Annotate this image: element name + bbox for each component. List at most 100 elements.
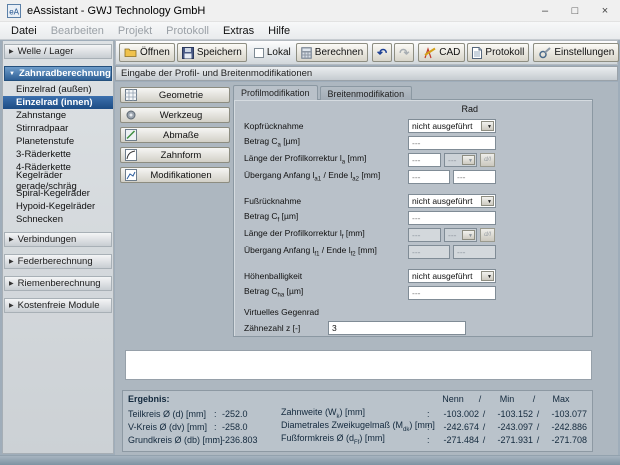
menu-bearbeiten: Bearbeiten — [50, 24, 104, 37]
section-nav: Geometrie Werkzeug Abmaße Zahnform Modif… — [120, 87, 230, 187]
content-area: Geometrie Werkzeug Abmaße Zahnform Modif… — [115, 82, 618, 455]
menu-datei[interactable]: Datei — [4, 25, 44, 37]
kopfruecknahme-row: Kopfrücknahme nicht ausgeführt — [244, 118, 592, 133]
sidebar-item-schnecken[interactable]: Schnecken — [3, 213, 113, 226]
main-area: Öffnen Speichern Lokal Berechnen ↶ ↷ CAD… — [115, 40, 620, 455]
protocol-button[interactable]: Protokoll — [467, 43, 530, 62]
sidebar-item-kegelraeder[interactable]: Kegelräder gerade/schräg — [3, 170, 113, 192]
local-checkbox-label: Lokal — [266, 47, 291, 58]
minimize-button[interactable]: – — [530, 0, 560, 21]
hoehenballigkeit-dropdown[interactable]: nicht ausgeführt — [408, 268, 496, 283]
fuss-uebergang-row: Übergang Anfang lf1 / Ende lf2 [mm] --- … — [244, 244, 592, 259]
fuss-laenge-label: Länge der Profilkorrektur lf [mm] — [244, 228, 365, 241]
open-button[interactable]: Öffnen — [119, 43, 175, 62]
hoehe-betrag-label: Betrag Cha [µm] — [244, 286, 304, 299]
settings-icon — [539, 46, 551, 58]
zweikugelmass-nenn: -242.674 — [443, 421, 479, 432]
fuss-laenge-ratio-button: d/l — [480, 227, 495, 242]
fuss-uebergang-anfang-input: --- — [408, 244, 450, 259]
menu-hilfe[interactable]: Hilfe — [261, 25, 297, 37]
hoehe-betrag-input[interactable]: --- — [408, 285, 496, 300]
kopf-laenge-row: Länge der Profilkorrektur la [mm] --- --… — [244, 152, 592, 167]
tab-breitenmodifikation[interactable]: Breitenmodifikation — [319, 86, 413, 100]
column-header-rad: Rad — [461, 104, 478, 114]
fussformkreis-nenn: -271.484 — [443, 434, 479, 445]
sidebar-group-kostenfreie-module[interactable]: Kostenfreie Module — [4, 298, 112, 313]
zahnform-button[interactable]: Zahnform — [120, 147, 230, 163]
teilkreis-value: -252.0 — [222, 408, 248, 419]
zahnweite-min: -103.152 — [497, 408, 533, 419]
tab-profilmodifikation[interactable]: Profilmodifikation — [233, 85, 318, 100]
message-area — [125, 350, 592, 380]
sidebar-item-3-raederkette[interactable]: 3-Räderkette — [3, 148, 113, 161]
app-icon: eA — [7, 3, 21, 18]
calculate-button[interactable]: Berechnen — [295, 43, 369, 62]
profile-modification-panel: Rad Kopfrücknahme nicht ausgeführt Betra… — [233, 99, 593, 337]
window-controls: – □ × — [530, 0, 620, 21]
fuss-betrag-label: Betrag Cf [µm] — [244, 211, 299, 224]
sidebar-group-welle-lager[interactable]: Welle / Lager — [4, 44, 112, 59]
fussruecknahme-dropdown[interactable]: nicht ausgeführt — [408, 193, 496, 208]
kopfruecknahme-dropdown[interactable]: nicht ausgeführt — [408, 118, 496, 133]
sidebar-group-federberechnung[interactable]: Federberechnung — [4, 254, 112, 269]
sidebar-item-zahnstange[interactable]: Zahnstange — [3, 109, 113, 122]
fuss-betrag-row: Betrag Cf [µm] --- — [244, 210, 592, 225]
zaehnezahl-input[interactable]: 3 — [328, 320, 466, 335]
undo-button[interactable]: ↶ — [372, 43, 393, 62]
toolbar: Öffnen Speichern Lokal Berechnen ↶ ↷ CAD… — [115, 40, 620, 65]
module-sidebar: Welle / Lager Zahnradberechnung Einzelra… — [2, 41, 114, 454]
fuss-betrag-input[interactable]: --- — [408, 210, 496, 225]
save-icon — [181, 46, 194, 59]
kopf-laenge-input[interactable]: --- — [408, 152, 441, 167]
fuss-uebergang-ende-input: --- — [453, 244, 496, 259]
save-button[interactable]: Speichern — [176, 43, 247, 62]
header-max: Max — [552, 394, 570, 404]
sidebar-item-einzelrad-aussen[interactable]: Einzelrad (außen) — [3, 83, 113, 96]
calculator-icon — [300, 46, 312, 59]
tooth-curve-icon — [125, 149, 137, 161]
zweikugelmass-min: -243.097 — [497, 421, 533, 432]
sidebar-group-zahnradberechnung[interactable]: Zahnradberechnung — [4, 66, 112, 81]
sidebar-item-planetenstufe[interactable]: Planetenstufe — [3, 135, 113, 148]
sidebar-group-riemenberechnung[interactable]: Riemenberechnung — [4, 276, 112, 291]
geometrie-button[interactable]: Geometrie — [120, 87, 230, 103]
tolerance-icon — [125, 129, 137, 141]
hoehe-betrag-row: Betrag Cha [µm] --- — [244, 285, 592, 300]
status-line: Eingabe der Profil- und Breitenmodifikat… — [115, 66, 618, 81]
menubar: Datei Bearbeiten Projekt Protokoll Extra… — [0, 22, 620, 40]
result-row-teilkreis: Teilkreis Ø (d) [mm] : -252.0 Zahnweite … — [128, 407, 587, 420]
sidebar-item-hypoid-kegelraeder[interactable]: Hypoid-Kegelräder — [3, 200, 113, 213]
fussformkreis-min: -271.931 — [497, 434, 533, 445]
modification-tabs: Profilmodifikation Breitenmodifikation — [233, 85, 414, 100]
window-title: eAssistant - GWJ Technology GmbH — [27, 4, 206, 17]
status-line-text: Eingabe der Profil- und Breitenmodifikat… — [121, 68, 313, 79]
werkzeug-button[interactable]: Werkzeug — [120, 107, 230, 123]
menu-projekt: Projekt — [117, 24, 153, 37]
modifikationen-button[interactable]: Modifikationen — [120, 167, 230, 183]
svg-text:eA: eA — [9, 7, 19, 16]
menu-extras[interactable]: Extras — [216, 25, 261, 37]
kopf-uebergang-anfang-input[interactable]: --- — [408, 169, 450, 184]
kopf-laenge-dropdown: --- — [444, 152, 477, 167]
hoehenballigkeit-label: Höhenballigkeit — [244, 270, 303, 281]
settings-button[interactable]: Einstellungen — [533, 43, 620, 62]
kopf-betrag-row: Betrag Ca [µm] --- — [244, 135, 592, 150]
cad-button[interactable]: CAD — [418, 43, 466, 62]
close-button[interactable]: × — [590, 0, 620, 21]
kopf-betrag-input[interactable]: --- — [408, 135, 496, 150]
sidebar-item-stirnradpaar[interactable]: Stirnradpaar — [3, 122, 113, 135]
kopf-uebergang-ende-input[interactable]: --- — [453, 169, 496, 184]
zahnweite-nenn: -103.002 — [443, 408, 479, 419]
maximize-button[interactable]: □ — [560, 0, 590, 21]
result-row-grundkreis: Grundkreis Ø (db) [mm] : -236.803 Fußfor… — [128, 433, 587, 446]
modification-chart-icon — [125, 169, 137, 181]
virtuelles-gegenrad-section: Virtuelles Gegenrad — [244, 307, 319, 317]
sidebar-item-einzelrad-innen[interactable]: Einzelrad (innen) — [3, 96, 113, 109]
fussformkreis-max: -271.708 — [551, 434, 587, 445]
kopf-laenge-ratio-button: d/l — [480, 152, 495, 167]
header-min: Min — [499, 394, 515, 404]
abmasse-button[interactable]: Abmaße — [120, 127, 230, 143]
sidebar-group-verbindungen[interactable]: Verbindungen — [4, 232, 112, 247]
local-checkbox[interactable] — [253, 47, 264, 58]
redo-button: ↷ — [394, 43, 415, 62]
